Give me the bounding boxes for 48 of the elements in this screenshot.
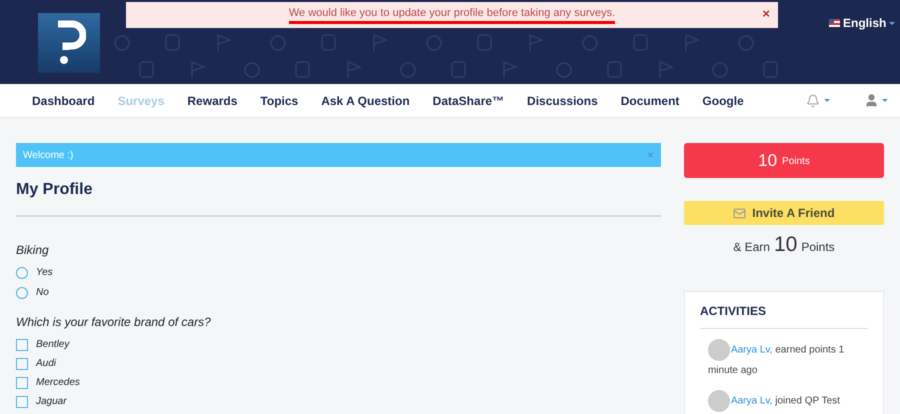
- checkbox[interactable]: [16, 376, 28, 388]
- bell-icon[interactable]: [806, 94, 820, 108]
- nav-link[interactable]: Topics: [260, 92, 298, 110]
- envelope-icon: [733, 206, 746, 220]
- page-title: My Profile: [16, 180, 94, 200]
- flag-icon: [829, 19, 840, 27]
- option-label: Mercedes: [36, 376, 80, 390]
- question-label: Biking: [16, 242, 50, 259]
- radio-button[interactable]: [16, 286, 28, 298]
- nav-link[interactable]: Document: [620, 92, 680, 110]
- option-label: Bentley: [36, 338, 70, 352]
- nav-link[interactable]: Rewards: [187, 92, 238, 110]
- checkbox[interactable]: [16, 338, 28, 350]
- avatar-icon: [708, 390, 730, 412]
- user-link[interactable]: Aarya Lv,: [730, 344, 772, 356]
- option-label: Yes: [36, 266, 53, 280]
- question-label: Which is your favorite brand of cars?: [16, 314, 212, 331]
- activities-title: ACTIVITIES: [700, 302, 868, 328]
- activity-text: Aarya Lv, joined QP Test: [708, 390, 868, 412]
- nav-link[interactable]: Dashboard: [32, 92, 95, 110]
- earn-text: & Earn: [733, 239, 770, 256]
- user-icon[interactable]: [864, 93, 879, 108]
- alert-message: We would like you to update your profile before taking any surveys.: [288, 6, 616, 24]
- option-label: Jaguar: [36, 395, 67, 409]
- nav-link[interactable]: DataShare™: [432, 92, 504, 110]
- checkbox[interactable]: [16, 358, 28, 370]
- welcome-message: Welcome :): [23, 148, 74, 162]
- avatar-icon: [708, 338, 730, 360]
- user-link[interactable]: Aarya Lv,: [730, 395, 772, 406]
- invite-button[interactable]: Invite A Friend: [684, 201, 884, 225]
- points-unit: Points: [782, 155, 810, 169]
- earn-value: 10: [774, 232, 798, 258]
- caret-icon: [824, 99, 830, 102]
- points-value: 10: [758, 150, 778, 172]
- caret-icon: [882, 99, 888, 102]
- option-label: Audi: [36, 357, 56, 371]
- language-selector[interactable]: English: [843, 14, 886, 32]
- earn-unit: Points: [801, 239, 835, 256]
- nav-link[interactable]: Ask A Question: [321, 92, 410, 110]
- logo-icon: [38, 13, 100, 73]
- caret-icon: [889, 22, 896, 24]
- close-button[interactable]: ×: [762, 7, 770, 20]
- radio-button[interactable]: [16, 266, 28, 278]
- option-label: No: [36, 286, 49, 300]
- checkbox[interactable]: [16, 396, 28, 408]
- nav-link[interactable]: Discussions: [527, 92, 598, 110]
- nav-link[interactable]: Google: [702, 92, 744, 110]
- activity-text: Aarya Lv, earned points 1 minute ago: [708, 338, 868, 380]
